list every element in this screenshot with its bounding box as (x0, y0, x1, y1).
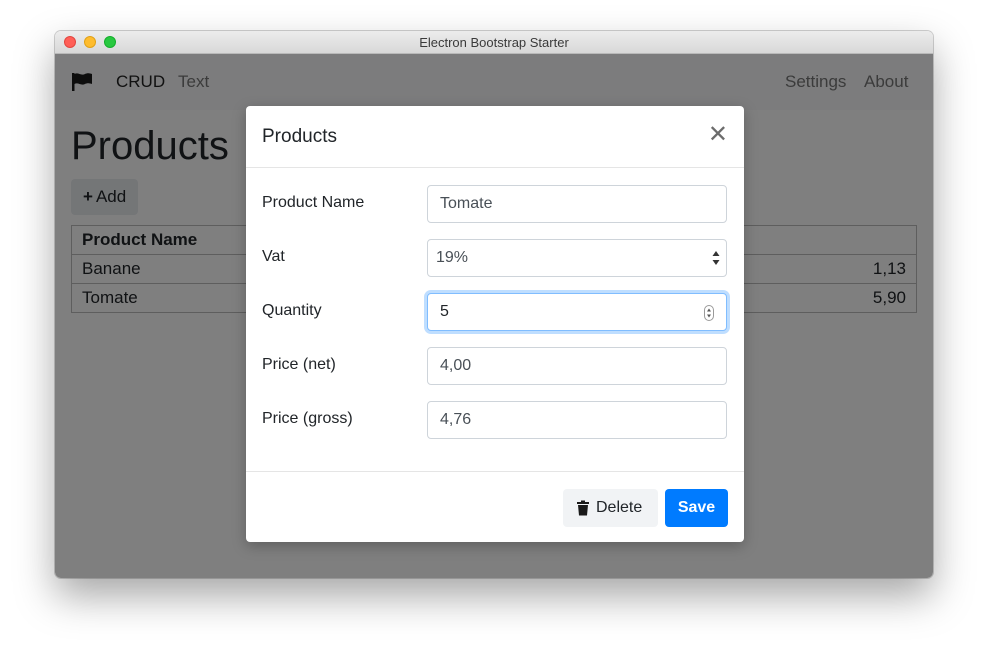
form-row-product-name: Product Name Tomate (246, 185, 744, 223)
form-row-price-net: Price (net) 4,00 (246, 347, 744, 385)
quantity-stepper[interactable]: 5 (427, 293, 727, 331)
product-name-label: Product Name (262, 194, 364, 212)
app-content: CRUD Text Settings About Products +Add P… (55, 54, 933, 578)
form-row-vat: Vat 19% (246, 239, 744, 277)
stepper-icon[interactable] (704, 305, 714, 321)
window-title: Electron Bootstrap Starter (55, 35, 933, 50)
title-bar: Electron Bootstrap Starter (55, 31, 933, 54)
product-name-input[interactable]: Tomate (427, 185, 727, 223)
close-icon[interactable]: ✕ (708, 123, 728, 147)
form-row-quantity: Quantity 5 (246, 293, 744, 331)
modal-footer: Delete Save (246, 471, 744, 542)
modal-title: Products (262, 126, 337, 148)
price-gross-input[interactable]: 4,76 (427, 401, 727, 439)
modal-header: Products ✕ (246, 106, 744, 168)
price-net-input[interactable]: 4,00 (427, 347, 727, 385)
app-window: Electron Bootstrap Starter CRUD Text Set… (55, 31, 933, 578)
save-button[interactable]: Save (665, 489, 728, 527)
vat-select-value: 19% (436, 249, 468, 266)
product-modal: Products ✕ Product Name Tomate Vat 19% (246, 106, 744, 542)
delete-button-label: Delete (596, 489, 642, 527)
quantity-label: Quantity (262, 302, 322, 320)
quantity-value: 5 (440, 303, 449, 320)
vat-label: Vat (262, 248, 285, 266)
vat-select[interactable]: 19% (427, 239, 727, 277)
delete-button[interactable]: Delete (563, 489, 658, 527)
select-arrows-icon (712, 250, 720, 266)
price-gross-label: Price (gross) (262, 410, 353, 428)
trash-icon (576, 500, 590, 516)
price-net-label: Price (net) (262, 356, 336, 374)
form-row-price-gross: Price (gross) 4,76 (246, 401, 744, 439)
